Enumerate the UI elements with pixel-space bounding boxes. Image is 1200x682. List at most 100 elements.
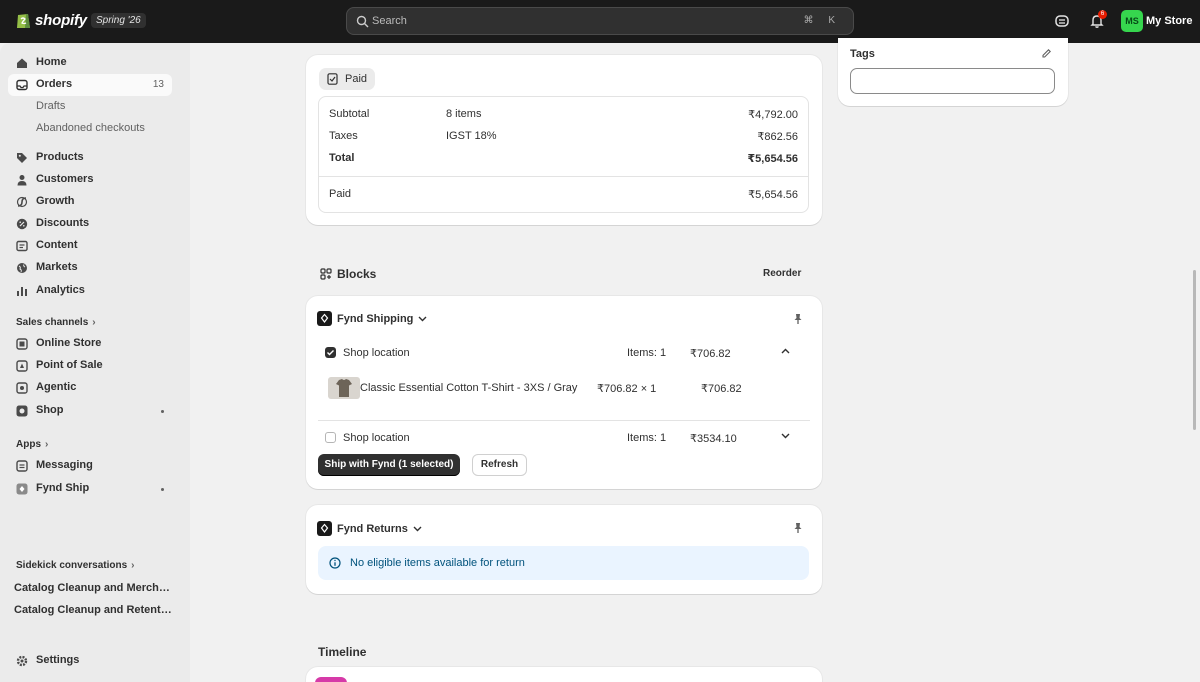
sidebar-item-discounts[interactable]: Discounts <box>8 213 172 235</box>
search-placeholder: Search <box>372 15 407 27</box>
sidebar-item-orders[interactable]: Orders 13 <box>8 74 172 96</box>
sidebar-item-label: Shop <box>36 404 64 416</box>
sidebar-item-products[interactable]: Products <box>8 147 172 169</box>
sidebar-item-label: Online Store <box>36 337 102 349</box>
location-2-name: Shop location <box>343 432 410 444</box>
sidekick-conversation-item[interactable]: Catalog Cleanup and Merchandising <box>14 582 174 594</box>
tag-icon <box>17 153 27 163</box>
edition-badge[interactable]: Spring '26 <box>91 13 146 28</box>
sidebar-item-label: Content <box>36 239 78 251</box>
section-label: Sidekick conversations <box>16 560 128 571</box>
search-bar[interactable]: Search ⌘ K <box>346 7 854 35</box>
taxes-row: Taxes IGST 18% ₹862.56 <box>329 130 798 146</box>
fynd-shipping-title: Fynd Shipping <box>337 312 414 325</box>
sidebar-item-label: Home <box>36 56 67 68</box>
sidebar-item-content[interactable]: Content <box>8 235 172 257</box>
sidebar-item-customers[interactable]: Customers <box>8 169 172 191</box>
sidebar-item-label: Growth <box>36 195 75 207</box>
pin-icon[interactable] <box>792 313 804 325</box>
sidebar-item-messaging[interactable]: Messaging <box>8 455 172 477</box>
avatar[interactable]: MS <box>1121 10 1143 32</box>
sidebar-item-label: Fynd Ship <box>36 482 90 494</box>
refresh-button[interactable]: Refresh <box>472 454 527 476</box>
sidebar-item-fynd-ship[interactable]: Fynd Ship <box>8 478 172 500</box>
section-label: Sales channels <box>16 317 89 328</box>
sidekick-icon[interactable] <box>1054 13 1070 29</box>
blocks-title-text: Blocks <box>337 267 377 281</box>
pin-icon[interactable] <box>792 522 804 534</box>
sidebar-item-label: Markets <box>36 261 78 273</box>
search-shortcut: ⌘ K <box>803 15 841 26</box>
location-1-amount: ₹706.82 <box>690 348 731 360</box>
info-banner: No eligible items available for return <box>318 546 809 580</box>
location-1-checkbox[interactable] <box>325 347 336 358</box>
tags-input[interactable] <box>850 68 1055 94</box>
product-line-total: ₹706.82 <box>701 383 742 395</box>
gear-icon <box>16 655 28 667</box>
orders-count-badge: 13 <box>152 79 164 90</box>
sidebar-item-label: Messaging <box>36 459 93 471</box>
sidebar-item-point-of-sale[interactable]: Point of Sale <box>8 355 172 377</box>
sidebar-item-home[interactable]: Home <box>8 52 172 74</box>
section-label: Apps <box>16 439 41 450</box>
sidebar-item-label: Analytics <box>36 284 85 296</box>
tshirt-icon <box>336 379 352 397</box>
agentic-icon <box>16 382 28 394</box>
payment-summary-box: Subtotal 8 items ₹4,792.00 Taxes IGST 18… <box>318 96 809 213</box>
product-name[interactable]: Classic Essential Cotton T-Shirt - 3XS /… <box>360 382 577 394</box>
store-name[interactable]: My Store <box>1146 15 1192 27</box>
fynd-returns-title: Fynd Returns <box>337 522 408 535</box>
shopify-logo[interactable]: shopify <box>16 11 87 29</box>
sidebar-item-label: Products <box>36 151 84 163</box>
taxes-label: Taxes <box>329 130 358 142</box>
chevron-right-icon: › <box>92 317 96 328</box>
fynd-shipping-header[interactable]: Fynd Shipping <box>317 311 427 326</box>
receipt-check-icon <box>327 73 338 85</box>
subtotal-value: ₹4,792.00 <box>748 109 798 121</box>
info-icon <box>329 557 341 569</box>
dot-icon <box>161 488 164 491</box>
payment-status-badge: Paid <box>319 68 376 90</box>
sidekick-conversation-item[interactable]: Catalog Cleanup and Retention <box>14 604 174 616</box>
globe-icon <box>17 263 27 273</box>
chevron-right-icon: › <box>45 439 49 450</box>
payment-card: Paid Subtotal 8 items ₹4,792.00 Taxes IG… <box>306 55 822 225</box>
chevron-up-icon[interactable] <box>781 348 790 354</box>
location-2-items: Items: 1 <box>627 432 667 444</box>
sidebar-item-abandoned-checkouts[interactable]: Abandoned checkouts <box>8 118 172 140</box>
fynd-logo-icon <box>317 521 332 536</box>
sidebar-item-settings[interactable]: Settings <box>8 650 172 672</box>
tags-card: Tags <box>838 38 1068 106</box>
messaging-icon <box>16 460 28 472</box>
fynd-returns-header[interactable]: Fynd Returns <box>317 521 422 536</box>
sidebar-item-shop[interactable]: Shop <box>8 400 172 422</box>
sidekick-conversations-header[interactable]: Sidekick conversations › <box>16 560 135 571</box>
sales-channels-header[interactable]: Sales channels › <box>16 317 96 328</box>
chevron-down-icon <box>413 526 422 531</box>
reorder-button[interactable]: Reorder <box>763 268 801 279</box>
location-1-name: Shop location <box>343 347 410 359</box>
ship-with-fynd-button[interactable]: Ship with Fynd (1 selected) <box>318 454 460 476</box>
divider <box>318 420 810 421</box>
blocks-icon <box>320 268 332 280</box>
chevron-down-icon[interactable] <box>781 433 790 439</box>
location-2-checkbox[interactable] <box>325 432 336 443</box>
dot-icon <box>161 410 164 413</box>
divider <box>319 176 808 177</box>
sidebar-item-label: Agentic <box>36 381 77 393</box>
apps-header[interactable]: Apps › <box>16 439 48 450</box>
total-row: Total ₹5,654.56 <box>329 152 798 168</box>
pencil-icon[interactable] <box>1041 48 1052 59</box>
sidebar-item-growth[interactable]: Growth <box>8 191 172 213</box>
person-icon <box>17 175 27 186</box>
blocks-title: Blocks <box>320 267 376 281</box>
subtotal-items: 8 items <box>446 108 482 120</box>
sidebar-item-analytics[interactable]: Analytics <box>8 280 172 302</box>
payment-status-label: Paid <box>345 73 368 85</box>
fynd-returns-card: Fynd Returns No eligible items available… <box>306 505 822 594</box>
sidebar-item-markets[interactable]: Markets <box>8 257 172 279</box>
scrollbar[interactable] <box>1193 270 1196 430</box>
sidebar-item-online-store[interactable]: Online Store <box>8 333 172 355</box>
sidebar-item-drafts[interactable]: Drafts <box>8 96 172 118</box>
sidebar-item-agentic[interactable]: Agentic <box>8 377 172 399</box>
